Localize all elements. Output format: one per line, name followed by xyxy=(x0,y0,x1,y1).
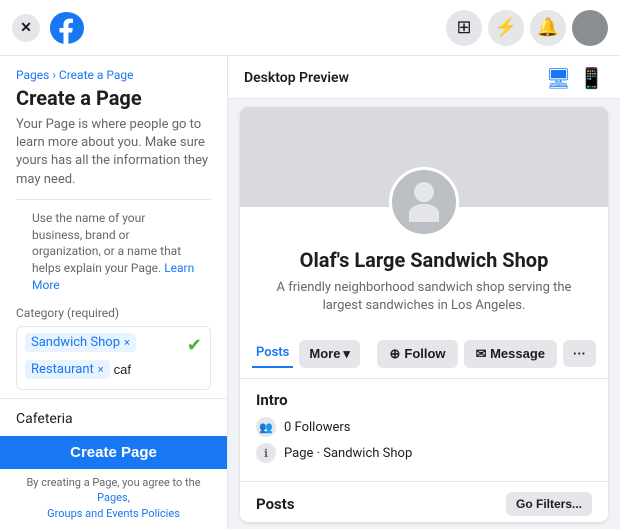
top-nav: ✕ ⊞ ⚡ 🔔 xyxy=(0,0,620,56)
tag-sandwich-shop[interactable]: Sandwich Shop × xyxy=(25,333,136,352)
tag-restaurant[interactable]: Restaurant × xyxy=(25,360,110,379)
breadcrumb-pages-link[interactable]: Pages xyxy=(16,68,49,82)
pages-link[interactable]: Pages, xyxy=(97,491,130,504)
nav-left: ✕ xyxy=(12,10,84,46)
intro-section: Intro 👥 0 Followers ℹ Page · Sandwich Sh… xyxy=(240,379,608,482)
category-label: Category (required) xyxy=(16,306,211,320)
left-panel: Pages › Create a Page Create a Page Your… xyxy=(0,56,228,529)
filter-button[interactable]: Go Filters... xyxy=(506,492,592,516)
main-layout: Pages › Create a Page Create a Page Your… xyxy=(0,56,620,529)
preview-avatar-wrap xyxy=(389,167,459,237)
avatar-body xyxy=(409,204,439,222)
nav-right: ⊞ ⚡ 🔔 xyxy=(446,10,608,46)
messenger-icon-button[interactable]: ⚡ xyxy=(488,10,524,46)
left-panel-top: Pages › Create a Page Create a Page Your… xyxy=(0,56,227,298)
preview-page-name: Olaf's Large Sandwich Shop xyxy=(256,247,592,273)
create-page-description: Your Page is where people go to learn mo… xyxy=(16,116,211,189)
followers-count: 0 Followers xyxy=(284,420,351,435)
dropdown-item-cafeteria[interactable]: Cafeteria xyxy=(0,399,227,436)
facebook-logo-icon xyxy=(48,10,84,46)
category-text-input[interactable] xyxy=(114,360,202,379)
create-page-button-area: Create Page xyxy=(0,436,227,469)
groups-events-link[interactable]: Groups and Events Policies xyxy=(47,507,180,520)
grid-icon-button[interactable]: ⊞ xyxy=(446,10,482,46)
page-type-icon: ℹ xyxy=(256,443,276,463)
bell-icon: 🔔 xyxy=(537,17,559,38)
preview-header: Desktop Preview 🖥 📱 xyxy=(228,56,620,99)
followers-icon: 👥 xyxy=(256,417,276,437)
message-icon: ✉ xyxy=(476,346,491,361)
follow-button[interactable]: ⊕ Follow xyxy=(377,340,457,368)
create-page-title: Create a Page xyxy=(16,86,211,110)
message-button[interactable]: ✉ Message xyxy=(464,340,557,368)
follow-icon: ⊕ xyxy=(389,346,400,362)
avatar[interactable] xyxy=(572,10,608,46)
more-chevron-icon: ▾ xyxy=(343,346,350,362)
preview-title: Desktop Preview xyxy=(244,70,349,86)
preview-page-tagline: A friendly neighborhood sandwich shop se… xyxy=(256,279,592,315)
messenger-icon: ⚡ xyxy=(495,17,517,38)
more-label: More xyxy=(309,346,340,361)
mobile-preview-icon[interactable]: 📱 xyxy=(579,66,604,90)
category-section: Category (required) Sandwich Shop × Rest… xyxy=(0,298,227,398)
intro-page-type-row: ℹ Page · Sandwich Shop xyxy=(256,443,592,463)
posts-section: Posts Go Filters... xyxy=(240,482,608,522)
footer-legal: By creating a Page, you agree to the Pag… xyxy=(0,469,227,529)
right-panel: Desktop Preview 🖥 📱 xyxy=(228,56,620,529)
intro-title: Intro xyxy=(256,391,592,409)
close-button[interactable]: ✕ xyxy=(12,14,40,42)
check-icon: ✔ xyxy=(187,335,202,356)
preview-card: Olaf's Large Sandwich Shop A friendly ne… xyxy=(240,107,608,522)
preview-icons: 🖥 📱 xyxy=(546,66,604,90)
divider xyxy=(16,199,211,200)
message-label: Message xyxy=(490,346,545,361)
page-type: Page · Sandwich Shop xyxy=(284,446,412,461)
posts-header: Posts Go Filters... xyxy=(256,492,592,516)
more-button[interactable]: More ▾ xyxy=(299,340,360,368)
tag-restaurant-label: Restaurant xyxy=(31,362,94,377)
category-dropdown-list: Cafeteria Cafe Internet Cafe Pet Cafe Ca… xyxy=(0,398,227,436)
preview-avatar xyxy=(389,167,459,237)
page-preview: Olaf's Large Sandwich Shop A friendly ne… xyxy=(228,99,620,529)
dots-icon: ··· xyxy=(573,346,586,361)
intro-followers-row: 👥 0 Followers xyxy=(256,417,592,437)
tag-restaurant-close[interactable]: × xyxy=(98,363,104,376)
preview-actions: Posts More ▾ ⊕ Follow ✉ Message xyxy=(240,339,608,379)
follow-label: Follow xyxy=(404,346,445,361)
breadcrumb: Pages › Create a Page xyxy=(16,68,211,82)
create-page-button[interactable]: Create Page xyxy=(70,444,157,461)
posts-title: Posts xyxy=(256,495,295,513)
breadcrumb-current: Create a Page xyxy=(59,68,134,82)
avatar-person-icon xyxy=(404,182,444,222)
tag-sandwich-shop-close[interactable]: × xyxy=(124,336,130,349)
more-options-button[interactable]: ··· xyxy=(563,340,596,367)
desktop-preview-icon[interactable]: 🖥 xyxy=(546,66,571,90)
footer-legal-text: By creating a Page, you agree to the xyxy=(26,476,200,489)
category-input-box[interactable]: Sandwich Shop × Restaurant × ✔ xyxy=(16,326,211,390)
avatar-head xyxy=(414,182,434,202)
grid-icon: ⊞ xyxy=(456,17,471,38)
tag-sandwich-shop-label: Sandwich Shop xyxy=(31,335,120,350)
preview-cover xyxy=(240,107,608,207)
notifications-icon-button[interactable]: 🔔 xyxy=(530,10,566,46)
form-hint: Use the name of your business, brand or … xyxy=(16,210,211,294)
breadcrumb-separator: › xyxy=(52,68,59,82)
tab-posts[interactable]: Posts xyxy=(252,339,293,368)
